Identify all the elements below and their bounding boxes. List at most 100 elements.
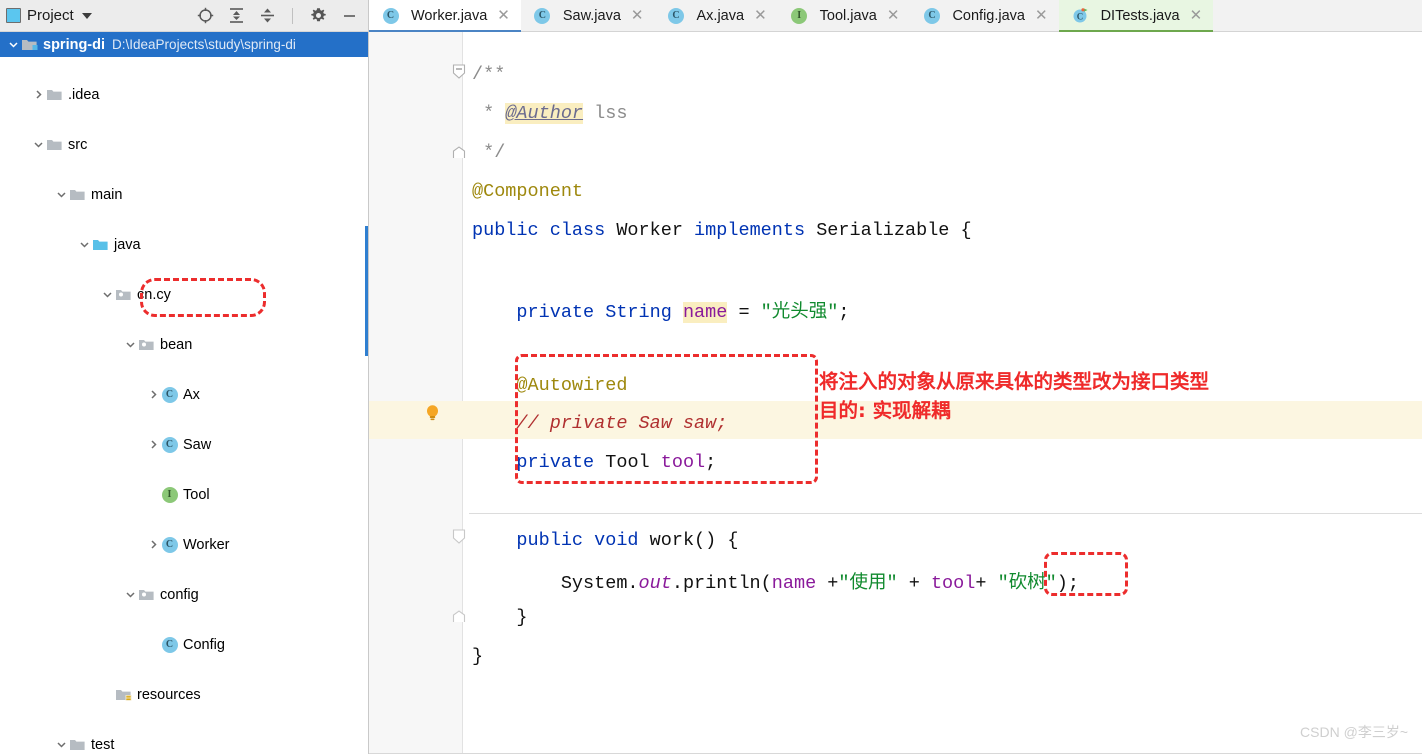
toolbar-separator [292,7,293,24]
tab-ditests-java[interactable]: C DITests.java ✕ [1058,0,1214,32]
chevron-down-icon[interactable] [6,32,21,57]
tree-label-spring-di: spring-di [43,36,106,53]
tab-label: Worker.java [411,7,488,24]
lightbulb-icon[interactable] [424,404,440,422]
svg-text:C: C [1076,12,1083,22]
chevron-down-icon[interactable] [123,582,138,607]
code-line-20-plus2: + [897,573,931,594]
java-class-icon: C [534,7,551,24]
code-line-9: */ [472,142,506,163]
tree-row-test[interactable]: test [0,732,368,754]
tab-label: Ax.java [696,7,745,24]
code-line-19-method: work() { [649,530,739,551]
project-window-icon [6,8,21,23]
code-line-19-modifier: public void [472,530,650,551]
chevron-right-icon[interactable] [146,382,161,407]
tree-label-cn-cy: cn.cy [137,286,171,303]
tree-label-saw: Saw [183,436,212,453]
folder-icon [46,86,63,103]
tree-row-resources[interactable]: resources [0,682,368,707]
tree-row-ax[interactable]: C Ax [0,382,368,407]
close-icon[interactable]: ✕ [1035,8,1048,23]
no-arrow-placeholder [100,682,115,707]
chevron-down-icon[interactable] [81,12,92,19]
editor-gutter[interactable] [369,32,463,754]
code-editor[interactable]: 6 7 8 9 10 11 12 13 14 15 16 17 18 19 20… [369,32,1422,754]
tree-row-tool[interactable]: I Tool [0,482,368,507]
tree-row-config-class[interactable]: C Config [0,632,368,657]
expand-all-icon[interactable] [227,7,245,25]
close-icon[interactable]: ✕ [887,8,900,23]
tab-label: DITests.java [1100,7,1180,24]
tree-row-bean[interactable]: bean [0,332,368,357]
tree-row-src[interactable]: src [0,132,368,157]
tree-label-config-pkg: config [160,586,199,603]
annotation-note-line1: 将注入的对象从原来具体的类型改为接口类型 [819,370,1210,393]
project-tree[interactable]: spring-di D:\IdeaProjects\study\spring-d… [0,32,368,754]
tree-label-config-class: Config [183,636,225,653]
code-line-13-decl: private String [472,302,683,323]
code-line-15-annotation: @Autowired [472,375,628,396]
watermark: CSDN @李三岁~ [1300,724,1408,740]
editor-tab-bar: C Worker.java ✕ C Saw.java ✕ C Ax.java ✕… [369,0,1422,32]
chevron-down-icon[interactable] [123,332,138,357]
tab-label: Saw.java [562,7,621,24]
tree-row-spring-di[interactable]: spring-di D:\IdeaProjects\study\spring-d… [0,32,368,57]
tree-row-cn-cy[interactable]: cn.cy [0,282,368,307]
close-icon[interactable]: ✕ [631,8,644,23]
java-class-icon: C [161,636,178,653]
tree-row-config-pkg[interactable]: config [0,582,368,607]
tree-row-main[interactable]: main [0,182,368,207]
code-line-20-system: System. [472,573,639,594]
close-icon[interactable]: ✕ [754,8,767,23]
method-separator-line [469,513,1422,514]
close-icon[interactable]: ✕ [1190,8,1203,23]
code-line-13-semi: ; [838,302,850,323]
code-line-10-annotation: @Component [472,181,584,202]
tab-worker-java[interactable]: C Worker.java ✕ [369,0,521,32]
code-line-20-str1: "使用" [838,573,898,594]
code-javadoc-author-tag: @Author [505,103,584,124]
tab-saw-java[interactable]: C Saw.java ✕ [521,0,655,31]
tab-config-java[interactable]: C Config.java ✕ [910,0,1058,31]
close-icon[interactable]: ✕ [497,8,510,23]
tree-label-main: main [91,186,123,203]
gear-icon[interactable] [309,7,327,25]
minimize-icon[interactable] [340,7,358,25]
folder-icon [69,186,86,203]
select-opened-file-icon[interactable] [196,7,214,25]
tab-tool-java[interactable]: I Tool.java ✕ [778,0,911,31]
no-arrow-placeholder [146,632,161,657]
collapse-all-icon[interactable] [258,7,276,25]
module-folder-icon [21,36,38,53]
chevron-down-icon[interactable] [100,282,115,307]
chevron-right-icon[interactable] [31,82,46,107]
chevron-down-icon[interactable] [31,132,46,157]
chevron-down-icon[interactable] [54,182,69,207]
idea-window: Project spring-di D:\IdeaProjects\study\… [0,0,1422,754]
java-class-icon: C [161,536,178,553]
tab-ax-java[interactable]: C Ax.java ✕ [655,0,778,31]
chevron-right-icon[interactable] [146,432,161,457]
chevron-down-icon[interactable] [54,732,69,754]
package-icon [138,336,155,353]
tree-row-worker[interactable]: C Worker [0,532,368,557]
chevron-down-icon[interactable] [77,232,92,257]
project-panel-scrollbar[interactable] [365,226,368,356]
code-line-13-eq: = [727,302,761,323]
tree-row-saw[interactable]: C Saw [0,432,368,457]
tree-row-main-java[interactable]: java [0,232,368,257]
tree-row-idea[interactable]: .idea [0,82,368,107]
chevron-right-icon[interactable] [146,532,161,557]
package-icon [115,286,132,303]
project-tool-window: Project spring-di D:\IdeaProjects\study\… [0,0,369,754]
java-interface-icon: I [161,486,178,503]
code-line-20-println: .println( [671,573,772,594]
resources-folder-icon [115,686,132,703]
project-panel-title-group[interactable]: Project [6,7,196,24]
folder-icon [46,136,63,153]
java-interface-icon: I [791,7,808,24]
code-line-13-field: name [682,302,728,323]
code-line-17-type: Tool [605,452,661,473]
code-line-20-close: ); [1056,573,1080,594]
